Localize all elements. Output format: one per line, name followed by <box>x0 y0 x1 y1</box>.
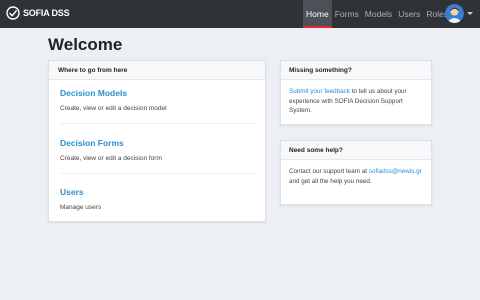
list-item-users: Users Manage users <box>60 187 256 211</box>
user-menu[interactable] <box>445 4 473 23</box>
missing-something-text: Submit your feedback to tell us about yo… <box>281 80 431 116</box>
nav-forms[interactable]: Forms <box>332 0 362 28</box>
need-help-card: Need some help? Contact our support team… <box>280 140 432 205</box>
nav-models[interactable]: Models <box>362 0 395 28</box>
missing-something-card: Missing something? Submit your feedback … <box>280 60 432 125</box>
divider <box>60 123 256 124</box>
divider <box>60 173 256 174</box>
nav-home[interactable]: Home <box>303 0 332 28</box>
nav-users[interactable]: Users <box>395 0 423 28</box>
decision-models-link[interactable]: Decision Models <box>60 88 256 98</box>
users-link[interactable]: Users <box>60 187 256 197</box>
help-text: Contact our support team at sofiadss@new… <box>281 160 431 186</box>
card-header: Need some help? <box>281 141 431 160</box>
top-navbar: SOFIA DSS Home Forms Models Users Roles <box>0 0 480 28</box>
caret-down-icon <box>467 12 473 15</box>
nav-links: Home Forms Models Users Roles <box>303 0 451 28</box>
support-email-link[interactable]: sofiadss@newis.gr <box>369 168 422 175</box>
page-title: Welcome <box>48 35 123 54</box>
sofia-logo-icon <box>6 6 20 20</box>
list-item-decision-models: Decision Models Create, view or edit a d… <box>60 88 256 112</box>
card-header: Where to go from here <box>49 61 265 80</box>
help-text-before: Contact our support team at <box>289 168 369 175</box>
brand[interactable]: SOFIA DSS <box>6 6 70 20</box>
decision-forms-link[interactable]: Decision Forms <box>60 138 256 148</box>
card-header: Missing something? <box>281 61 431 80</box>
help-text-after: and get all the help you need. <box>289 177 372 185</box>
where-to-go-card: Where to go from here Decision Models Cr… <box>48 60 266 222</box>
user-avatar-icon <box>445 4 464 23</box>
item-description: Create, view or edit a decision form <box>60 155 162 162</box>
item-description: Create, view or edit a decision model <box>60 105 167 112</box>
brand-name: SOFIA DSS <box>23 8 70 18</box>
submit-feedback-link[interactable]: Submit your feedback <box>289 88 350 95</box>
list-item-decision-forms: Decision Forms Create, view or edit a de… <box>60 138 256 162</box>
item-description: Manage users <box>60 204 102 211</box>
